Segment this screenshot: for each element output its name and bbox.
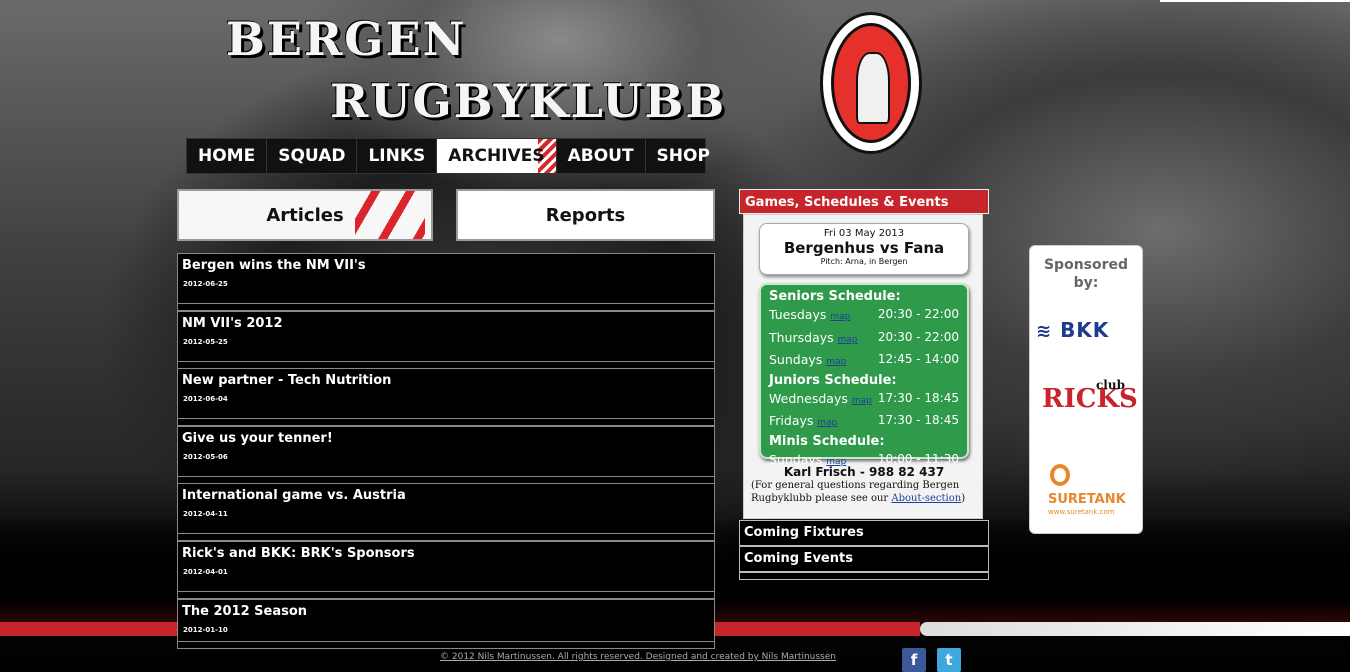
match-teams: Bergenhus vs Fana (783, 239, 945, 257)
contact-note: (For general questions regarding Bergen … (751, 480, 966, 504)
schedule-time: 20:30 - 22:00 (877, 307, 959, 321)
facebook-icon[interactable]: f (902, 648, 926, 672)
tab-reports[interactable]: Reports (456, 189, 715, 241)
training-schedule: Seniors Schedule: Tuesdays map 20:30 - 2… (759, 283, 969, 467)
map-link[interactable]: map (826, 357, 846, 367)
article-item[interactable]: NM VII's 2012 2012-05-25 (177, 311, 715, 369)
sponsor-ricks[interactable]: RICKS club (1042, 378, 1138, 414)
games-panel: Fri 03 May 2013 Bergenhus vs Fana Pitch:… (743, 214, 983, 519)
schedule-day: Wednesdays (769, 390, 848, 406)
article-date: 2012-06-04 (183, 395, 228, 403)
article-title[interactable]: Rick's and BKK: BRK's Sponsors (182, 546, 415, 561)
schedule-time: 17:30 - 18:45 (877, 390, 959, 405)
sponsors-title: Sponsored by: (1043, 257, 1129, 291)
article-title[interactable]: The 2012 Season (182, 604, 307, 619)
article-item[interactable]: The 2012 Season 2012-01-10 (177, 599, 715, 649)
sponsor-bkk[interactable]: ≋ BKK (1036, 318, 1109, 342)
club-logo[interactable] (820, 12, 922, 154)
games-header: Games, Schedules & Events (739, 189, 989, 214)
article-item[interactable]: Bergen wins the NM VII's 2012-06-25 (177, 253, 715, 311)
bkk-wave-icon: ≋ (1036, 321, 1053, 342)
logo-emblem (831, 23, 911, 143)
next-match-box[interactable]: Fri 03 May 2013 Bergenhus vs Fana Pitch:… (759, 223, 969, 275)
article-item[interactable]: New partner - Tech Nutrition 2012-06-04 (177, 368, 715, 426)
article-item[interactable]: Rick's and BKK: BRK's Sponsors 2012-04-0… (177, 541, 715, 599)
article-date: 2012-05-06 (183, 453, 228, 461)
article-date: 2012-04-11 (183, 510, 228, 518)
schedule-day: Sundays (769, 352, 823, 367)
background-white-stripe (920, 622, 1350, 636)
suretank-url: www.suretank.com (1048, 508, 1115, 516)
schedule-row: Fridays map 17:30 - 18:45 (769, 411, 959, 434)
map-link[interactable]: map (838, 335, 858, 345)
schedule-day: Thursdays (769, 329, 834, 345)
map-link[interactable]: map (817, 418, 837, 428)
sponsor-suretank[interactable]: SURETANK (1048, 492, 1126, 507)
article-item[interactable]: International game vs. Austria 2012-04-1… (177, 483, 715, 541)
match-pitch: Pitch: Arna, in Bergen (820, 257, 908, 266)
nav-archives[interactable]: ARCHIVES (437, 139, 557, 173)
article-title[interactable]: International game vs. Austria (182, 488, 406, 503)
schedule-time: 12:45 - 14:00 (877, 352, 959, 366)
schedule-row: Tuesdays map 20:30 - 22:00 (769, 305, 959, 328)
match-date: Fri 03 May 2013 (823, 228, 905, 239)
coming-fixtures[interactable]: Coming Fixtures (739, 520, 989, 546)
article-date: 2012-04-01 (183, 568, 228, 576)
schedule-row: Wednesdays map 17:30 - 18:45 (769, 389, 959, 412)
nav-links[interactable]: LINKS (357, 139, 438, 173)
contact-name: Karl Frisch - 988 82 437 (783, 465, 945, 479)
schedule-day: Tuesdays (769, 307, 827, 322)
article-item[interactable]: Give us your tenner! 2012-05-06 (177, 426, 715, 484)
top-line (1160, 0, 1350, 2)
article-date: 2012-06-25 (183, 280, 228, 288)
schedule-day: Fridays (769, 413, 814, 428)
schedule-row: Thursdays map 20:30 - 22:00 (769, 328, 959, 351)
coming-events[interactable]: Coming Events (739, 546, 989, 572)
article-date: 2012-01-10 (183, 626, 228, 634)
article-title[interactable]: NM VII's 2012 (182, 316, 283, 331)
footer-copyright[interactable]: © 2012 Nils Martinussen. All rights rese… (440, 652, 836, 662)
schedule-time: 17:30 - 18:45 (877, 413, 959, 427)
ricks-club-label: club (1096, 378, 1125, 392)
nav-shop[interactable]: SHOP (646, 139, 721, 173)
sponsors-box: Sponsored by: ≋ BKK RICKS club SURETANK … (1029, 245, 1143, 534)
juniors-schedule-heading: Juniors Schedule: (769, 372, 897, 388)
about-section-link[interactable]: About-section (891, 493, 961, 504)
schedule-row: Sundays map 12:45 - 14:00 (769, 350, 959, 373)
article-title[interactable]: Give us your tenner! (182, 431, 333, 446)
nav-home[interactable]: HOME (187, 139, 268, 173)
schedule-time: 20:30 - 22:00 (877, 329, 959, 344)
map-link[interactable]: map (852, 396, 872, 406)
suretank-logo-icon (1050, 464, 1070, 486)
map-link[interactable]: map (830, 312, 850, 322)
article-title[interactable]: New partner - Tech Nutrition (182, 373, 391, 388)
knight-figure-icon (856, 52, 890, 124)
seniors-schedule-heading: Seniors Schedule: (769, 289, 901, 304)
nav-squad[interactable]: SQUAD (267, 139, 358, 173)
nav-about[interactable]: ABOUT (557, 139, 646, 173)
fixtures-bottom-bar (739, 572, 989, 580)
article-title[interactable]: Bergen wins the NM VII's (182, 258, 366, 273)
site-title-line2: RUGBYKLUBB (330, 74, 727, 128)
tab-articles[interactable]: Articles (177, 189, 433, 241)
article-date: 2012-05-25 (183, 338, 228, 346)
site-title-line1: BERGEN (226, 12, 467, 66)
main-navigation: HOME SQUAD LINKS ARCHIVES ABOUT SHOP (186, 138, 710, 174)
twitter-icon[interactable]: t (937, 648, 961, 672)
minis-schedule-heading: Minis Schedule: (769, 433, 885, 449)
tab-stripes (355, 191, 425, 239)
